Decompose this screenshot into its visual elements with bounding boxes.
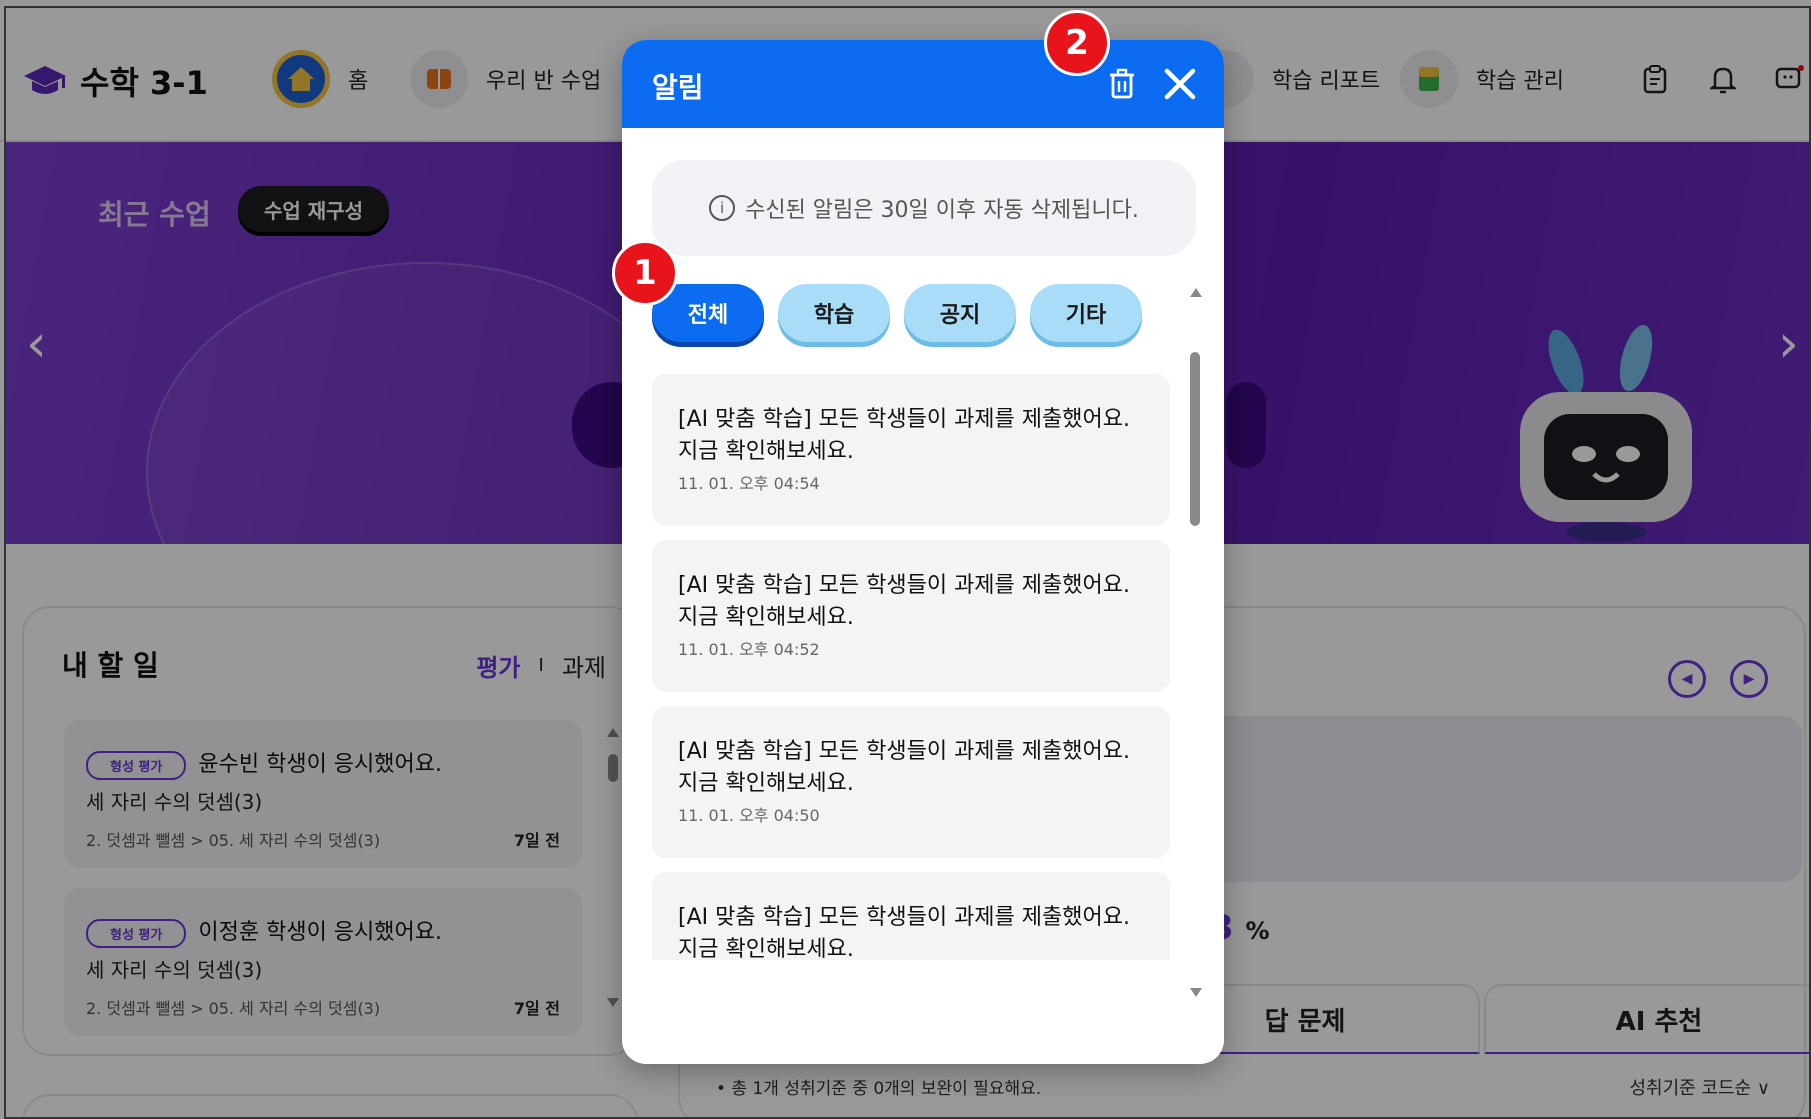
modal-header: 알림 <box>622 40 1224 128</box>
scroll-thumb[interactable] <box>1190 352 1200 526</box>
notification-message-2: 지금 확인해보세요. <box>678 439 854 464</box>
notification-message: [AI 맞춤 학습] 모든 학생들이 과제를 제출했어요. <box>678 407 1130 432</box>
notification-time: 11. 01. 오후 04:52 <box>678 640 820 659</box>
notification-scrollbar[interactable] <box>1188 288 1202 997</box>
close-icon <box>1164 68 1196 100</box>
notification-message-2: 지금 확인해보세요. <box>678 771 854 796</box>
filter-learning[interactable]: 학습 <box>778 284 890 342</box>
notification-item[interactable]: [AI 맞춤 학습] 모든 학생들이 과제를 제출했어요. 지금 확인해보세요.… <box>652 374 1170 526</box>
notification-message: [AI 맞춤 학습] 모든 학생들이 과제를 제출했어요. <box>678 573 1130 598</box>
trash-icon <box>1110 68 1134 99</box>
notification-modal: 알림 i 수신된 알림은 30일 이후 자동 삭제됩니다. 전체 학습 공지 기… <box>622 40 1224 1064</box>
notification-item[interactable]: [AI 맞춤 학습] 모든 학생들이 과제를 제출했어요. 지금 확인해보세요.… <box>652 540 1170 692</box>
notification-time: 11. 01. 오후 04:54 <box>678 474 820 493</box>
close-button[interactable] <box>1158 62 1202 106</box>
step-marker-1: 1 <box>612 240 678 306</box>
filter-notice[interactable]: 공지 <box>904 284 1016 342</box>
notification-list: [AI 맞춤 학습] 모든 학생들이 과제를 제출했어요. 지금 확인해보세요.… <box>652 374 1170 960</box>
auto-delete-notice: i 수신된 알림은 30일 이후 자동 삭제됩니다. <box>652 160 1196 256</box>
modal-title: 알림 <box>652 71 704 104</box>
notification-item[interactable]: [AI 맞춤 학습] 모든 학생들이 과제를 제출했어요. 지금 확인해보세요. <box>652 872 1170 960</box>
notification-message-2: 지금 확인해보세요. <box>678 937 854 960</box>
auto-delete-text: 수신된 알림은 30일 이후 자동 삭제됩니다. <box>745 198 1139 223</box>
info-icon: i <box>709 195 736 221</box>
scroll-up-icon[interactable] <box>1190 288 1202 297</box>
notification-item[interactable]: [AI 맞춤 학습] 모든 학생들이 과제를 제출했어요. 지금 확인해보세요.… <box>652 706 1170 858</box>
notification-message-2: 지금 확인해보세요. <box>678 605 854 630</box>
delete-all-button[interactable] <box>1102 64 1142 104</box>
scroll-down-icon[interactable] <box>1190 988 1202 997</box>
notification-message: [AI 맞춤 학습] 모든 학생들이 과제를 제출했어요. <box>678 739 1130 764</box>
notification-time: 11. 01. 오후 04:50 <box>678 806 820 825</box>
filter-etc[interactable]: 기타 <box>1030 284 1142 342</box>
notification-message: [AI 맞춤 학습] 모든 학생들이 과제를 제출했어요. <box>678 905 1130 930</box>
step-marker-2: 2 <box>1044 10 1110 76</box>
notification-filter: 전체 학습 공지 기타 <box>652 284 1142 346</box>
